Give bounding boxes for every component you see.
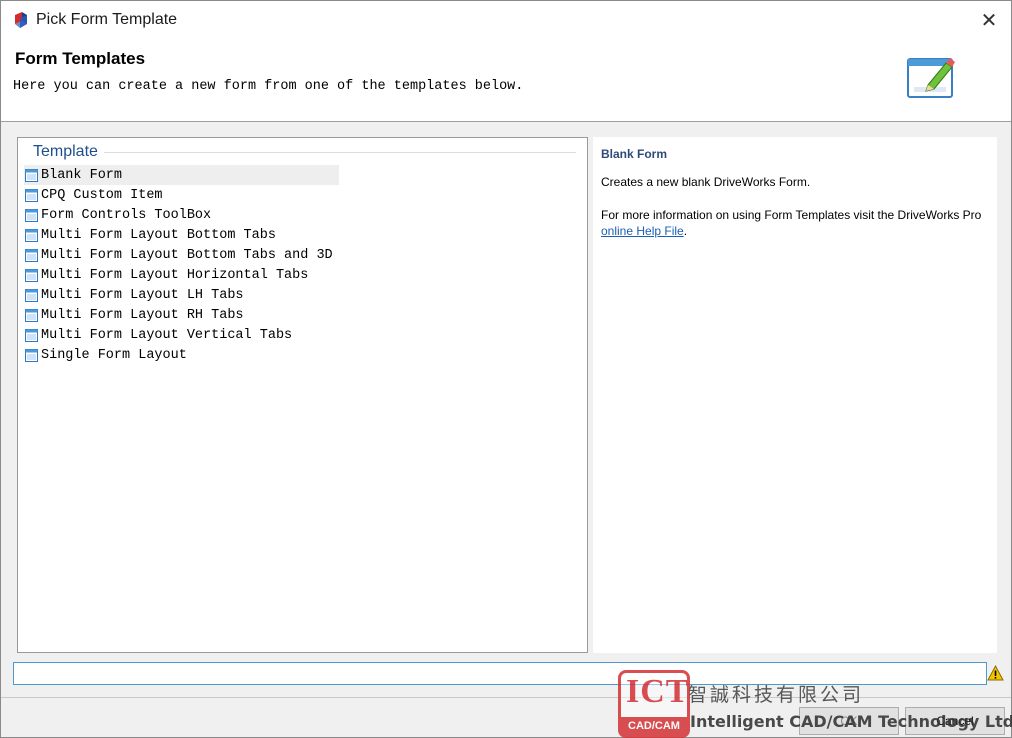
form-template-icon: [25, 248, 38, 262]
template-item-label: Single Form Layout: [41, 347, 187, 363]
description-text: Creates a new blank DriveWorks Form.: [601, 175, 811, 189]
template-item-label: Multi Form Layout Bottom Tabs and 3D: [41, 247, 333, 263]
template-item-label: Multi Form Layout Vertical Tabs: [41, 327, 293, 343]
close-button[interactable]: ✕: [967, 1, 1011, 39]
close-icon: ✕: [980, 9, 998, 32]
template-list: Blank Form CPQ Custom Item Form Controls T…: [24, 165, 339, 365]
help-file-link[interactable]: online Help File: [601, 224, 684, 238]
page-subtitle: Here you can create a new form from one …: [13, 79, 524, 94]
form-template-icon: [25, 308, 38, 322]
template-item[interactable]: Multi Form Layout Bottom Tabs: [24, 225, 339, 245]
template-item-label: Multi Form Layout Horizontal Tabs: [41, 267, 309, 283]
template-item[interactable]: CPQ Custom Item: [24, 185, 339, 205]
form-template-icon: [25, 228, 38, 242]
description-title: Blank Form: [601, 147, 668, 161]
form-name-input[interactable]: [13, 662, 987, 685]
description-panel: Blank Form Creates a new blank DriveWork…: [593, 137, 997, 653]
form-edit-icon: [907, 58, 955, 98]
template-item-label: Multi Form Layout Bottom Tabs: [41, 227, 276, 243]
template-item[interactable]: Multi Form Layout Vertical Tabs: [24, 325, 339, 345]
description-more-info: For more information on using Form Templ…: [601, 207, 991, 239]
template-item-label: Blank Form: [41, 167, 123, 183]
warning-icon: [987, 665, 1004, 681]
form-template-icon: [25, 328, 38, 342]
app-cube-icon: [15, 12, 27, 28]
template-list-panel: Template Blank Form CPQ Custom Item Form C…: [17, 137, 588, 653]
template-item-label: CPQ Custom Item: [41, 187, 163, 203]
ok-button[interactable]: OK: [799, 707, 899, 735]
form-template-icon: [25, 268, 38, 282]
dialog-window: Pick Form Template ✕ Form Templates Here…: [0, 0, 1012, 738]
window-title: Pick Form Template: [36, 11, 178, 28]
more-info-suffix: .: [683, 224, 688, 238]
template-item[interactable]: Multi Form Layout LH Tabs: [24, 285, 339, 305]
more-info-prefix: For more information on using Form Templ…: [601, 208, 982, 222]
footer-divider: [1, 697, 1011, 698]
template-group-label: Template: [31, 143, 100, 161]
title-bar: Pick Form Template ✕: [1, 1, 1011, 39]
group-divider: [104, 152, 576, 153]
form-template-icon: [25, 208, 38, 222]
template-item[interactable]: Multi Form Layout RH Tabs: [24, 305, 339, 325]
template-item[interactable]: Blank Form: [24, 165, 339, 185]
template-item[interactable]: Single Form Layout: [24, 345, 339, 365]
template-item-label: Form Controls ToolBox: [41, 207, 212, 223]
template-item[interactable]: Form Controls ToolBox: [24, 205, 339, 225]
template-item[interactable]: Multi Form Layout Horizontal Tabs: [24, 265, 339, 285]
template-item[interactable]: Multi Form Layout Bottom Tabs and 3D: [24, 245, 339, 265]
form-template-icon: [25, 168, 38, 182]
cancel-button[interactable]: Cancel: [905, 707, 1005, 735]
header-banner: Form Templates Here you can create a new…: [1, 39, 1011, 122]
template-item-label: Multi Form Layout LH Tabs: [41, 287, 244, 303]
template-item-label: Multi Form Layout RH Tabs: [41, 307, 244, 323]
form-template-icon: [25, 188, 38, 202]
form-template-icon: [25, 348, 38, 362]
page-title: Form Templates: [15, 49, 146, 68]
form-template-icon: [25, 288, 38, 302]
